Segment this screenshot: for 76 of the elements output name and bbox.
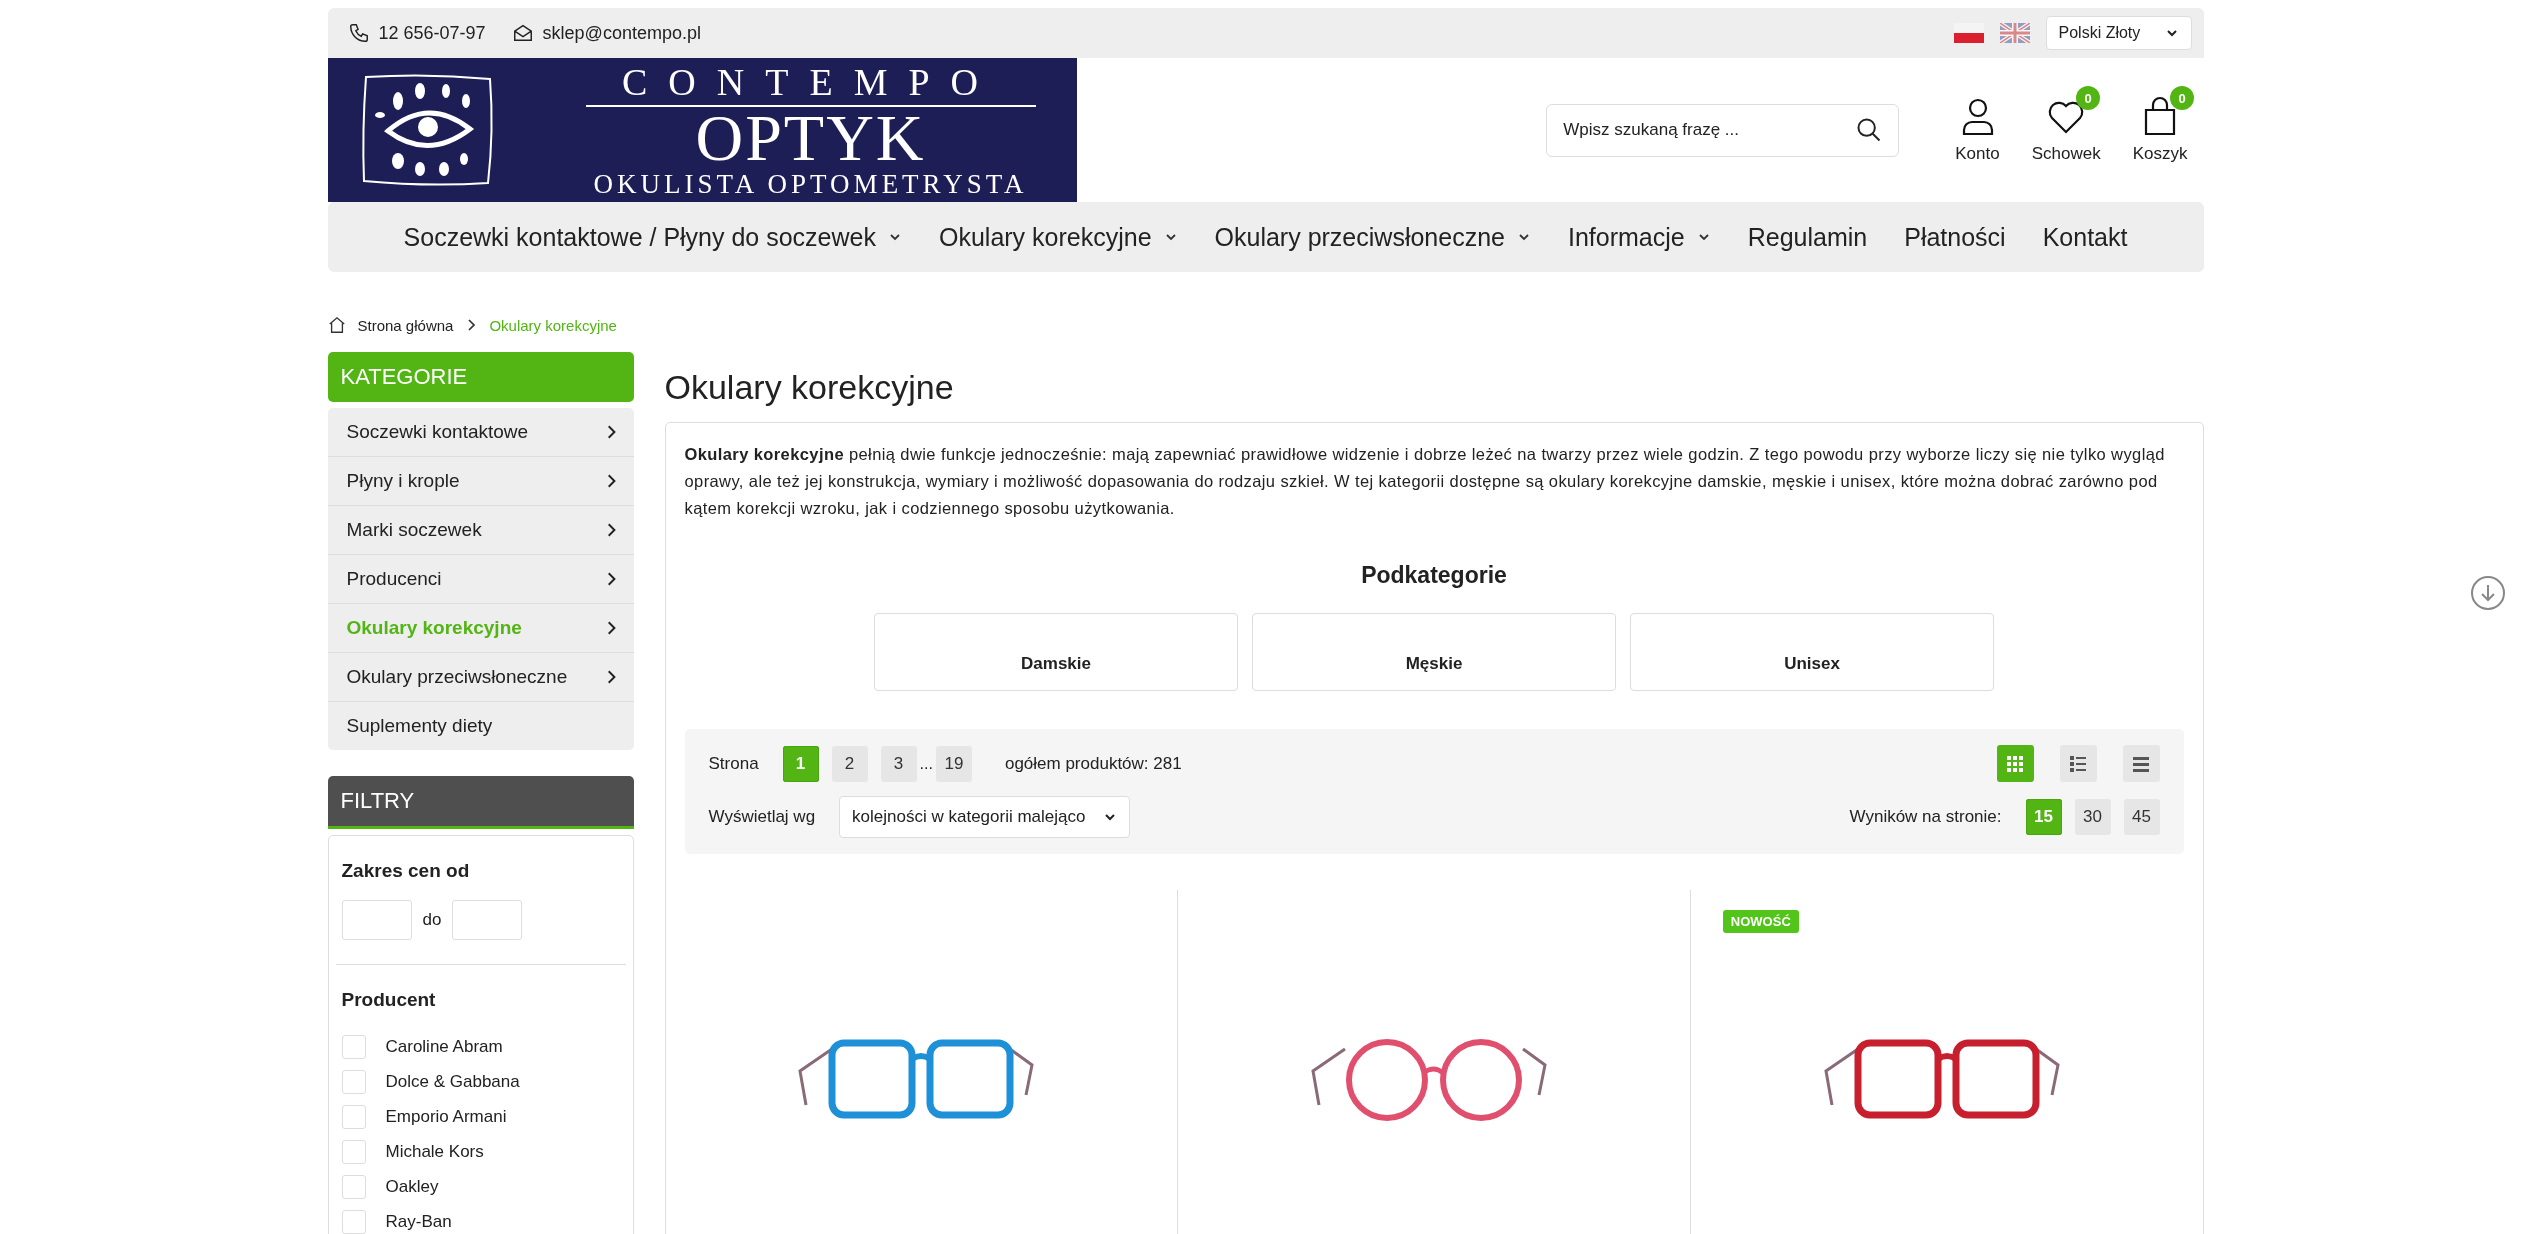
category-item[interactable]: Soczewki kontaktowe (327, 408, 634, 457)
logo-text: OPTYK (695, 107, 926, 169)
categories-header: KATEGORIE (327, 352, 634, 402)
checkbox[interactable] (341, 1139, 366, 1164)
home-icon[interactable] (327, 316, 346, 334)
filter-title: Producent (341, 989, 437, 1011)
checkbox[interactable] (341, 1069, 366, 1094)
menu-item[interactable]: Kontakt (2042, 222, 2128, 252)
category-description: Okulary korekcyjne pełnią dwie funkcje jednocześnie: mają zapewniać prawidłowe widzenie i dobrze leżeć na twarzy przez wiele godzin. Z tego powodu przy wyborze liczy się nie tylko wygląd oprawy, ale też jej konstrukcja, wymiary i możliwość dopasowania do rodzaju szkieł. W tej kategorii dostępne są okulary korekcyjne damskie, męskie i unisex, które można dobrać zarówno pod kątem korekcji wzroku, jak i codziennego sposobu użytkowania. (684, 444, 2166, 519)
email-address[interactable]: sklep@contempo.pl (542, 22, 701, 44)
category-item[interactable]: Płyny i krople (327, 457, 634, 506)
checkbox[interactable] (341, 1174, 366, 1199)
page-button[interactable]: 2 (831, 745, 868, 782)
phone-icon (347, 22, 370, 44)
option-label[interactable]: Oakley (385, 1176, 439, 1197)
count-badge: 0 (2170, 86, 2195, 110)
pagination-ellipsis: ... (919, 754, 933, 773)
view-toggle-button[interactable] (1996, 745, 2034, 782)
list-view-icon[interactable] (2068, 753, 2088, 774)
subcategory-tile[interactable]: Unisex (1630, 613, 1994, 691)
category-item[interactable]: Producenci (327, 555, 634, 604)
option-label[interactable]: Emporio Armani (385, 1106, 507, 1127)
sort-label: Wyświetlaj wg (708, 807, 816, 827)
menu-item[interactable]: Płatności (1904, 222, 2006, 252)
per-page-label: Wyników na stronie: (1849, 807, 2002, 827)
subcategories-heading: Podkategorie (1360, 562, 1508, 589)
product-count: ogółem produktów: 281 (1004, 753, 1182, 774)
menu-item[interactable]: Soczewki kontaktowe / Płyny do soczewek (403, 222, 902, 252)
option-label[interactable]: Michale Kors (385, 1141, 484, 1162)
header-cart-link[interactable]: 0 Koszyk (2116, 84, 2204, 164)
scroll-down-icon[interactable] (2470, 575, 2506, 611)
page-button[interactable]: 19 (935, 745, 972, 782)
page-title: Okulary korekcyjne (664, 366, 955, 408)
page-button[interactable]: 3 (880, 745, 917, 782)
price-separator: do (422, 910, 442, 930)
currency-select[interactable]: Polski Złoty (2045, 16, 2192, 50)
logo-text: CONTEMPO (585, 61, 1036, 107)
subcategory-tile[interactable]: Damskie (874, 613, 1238, 691)
logo-text: OKULISTA OPTOMETRYSTA (593, 169, 1028, 199)
logo[interactable]: CONTEMPO OPTYK OKULISTA OPTOMETRYSTA (327, 58, 1077, 202)
price-from-field[interactable] (341, 900, 412, 940)
uk-flag-icon[interactable] (1999, 23, 2030, 43)
view-toggle-button[interactable] (2122, 745, 2160, 782)
chevron-right-icon (465, 318, 478, 332)
category-item[interactable]: Marki soczewek (327, 506, 634, 555)
filter-title: Zakres cen od (341, 860, 471, 882)
menu-item[interactable]: Informacje (1567, 222, 1711, 252)
poland-flag-icon[interactable] (1953, 23, 1984, 43)
category-item[interactable]: Suplementy diety (327, 702, 634, 750)
sort-select[interactable]: kolejności w kategorii malejąco (839, 796, 1131, 838)
phone-number[interactable]: 12 656-07-97 (378, 22, 486, 44)
pagination-label: Strona (708, 753, 759, 774)
menu-item[interactable]: Okulary przeciwsłoneczne (1214, 222, 1531, 252)
per-page-button[interactable]: 30 (2074, 799, 2111, 835)
subcategory-tile[interactable]: Męskie (1252, 613, 1616, 691)
per-page-button[interactable]: 45 (2123, 799, 2160, 835)
new-badge: NOWOŚĆ (1722, 910, 1799, 933)
filters-header: FILTRY (327, 776, 634, 829)
breadcrumb-link[interactable]: Strona główna (357, 316, 454, 334)
menu-item[interactable]: Okulary korekcyjne (939, 222, 1178, 252)
option-label[interactable]: Caroline Abram (385, 1036, 503, 1057)
header-account-link[interactable]: Konto (1939, 84, 2016, 164)
count-badge: 0 (2076, 86, 2101, 110)
header-wishlist-link[interactable]: 0 Schowek (2015, 84, 2117, 164)
checkbox[interactable] (341, 1104, 366, 1129)
menu-item[interactable]: Regulamin (1747, 222, 1868, 252)
grid-view-icon[interactable] (2005, 753, 2025, 774)
category-item[interactable]: Okulary przeciwsłoneczne (327, 653, 634, 702)
option-label[interactable]: Ray-Ban (385, 1211, 452, 1232)
price-to-field[interactable] (452, 900, 523, 940)
search-field[interactable]: Wpisz szukaną frazę ... (1546, 103, 1900, 157)
view-toggle-button[interactable] (2059, 745, 2097, 782)
option-label[interactable]: Dolce & Gabbana (385, 1071, 520, 1092)
envelope-icon (511, 22, 534, 44)
checkbox[interactable] (341, 1209, 366, 1234)
checkbox[interactable] (341, 1034, 366, 1059)
